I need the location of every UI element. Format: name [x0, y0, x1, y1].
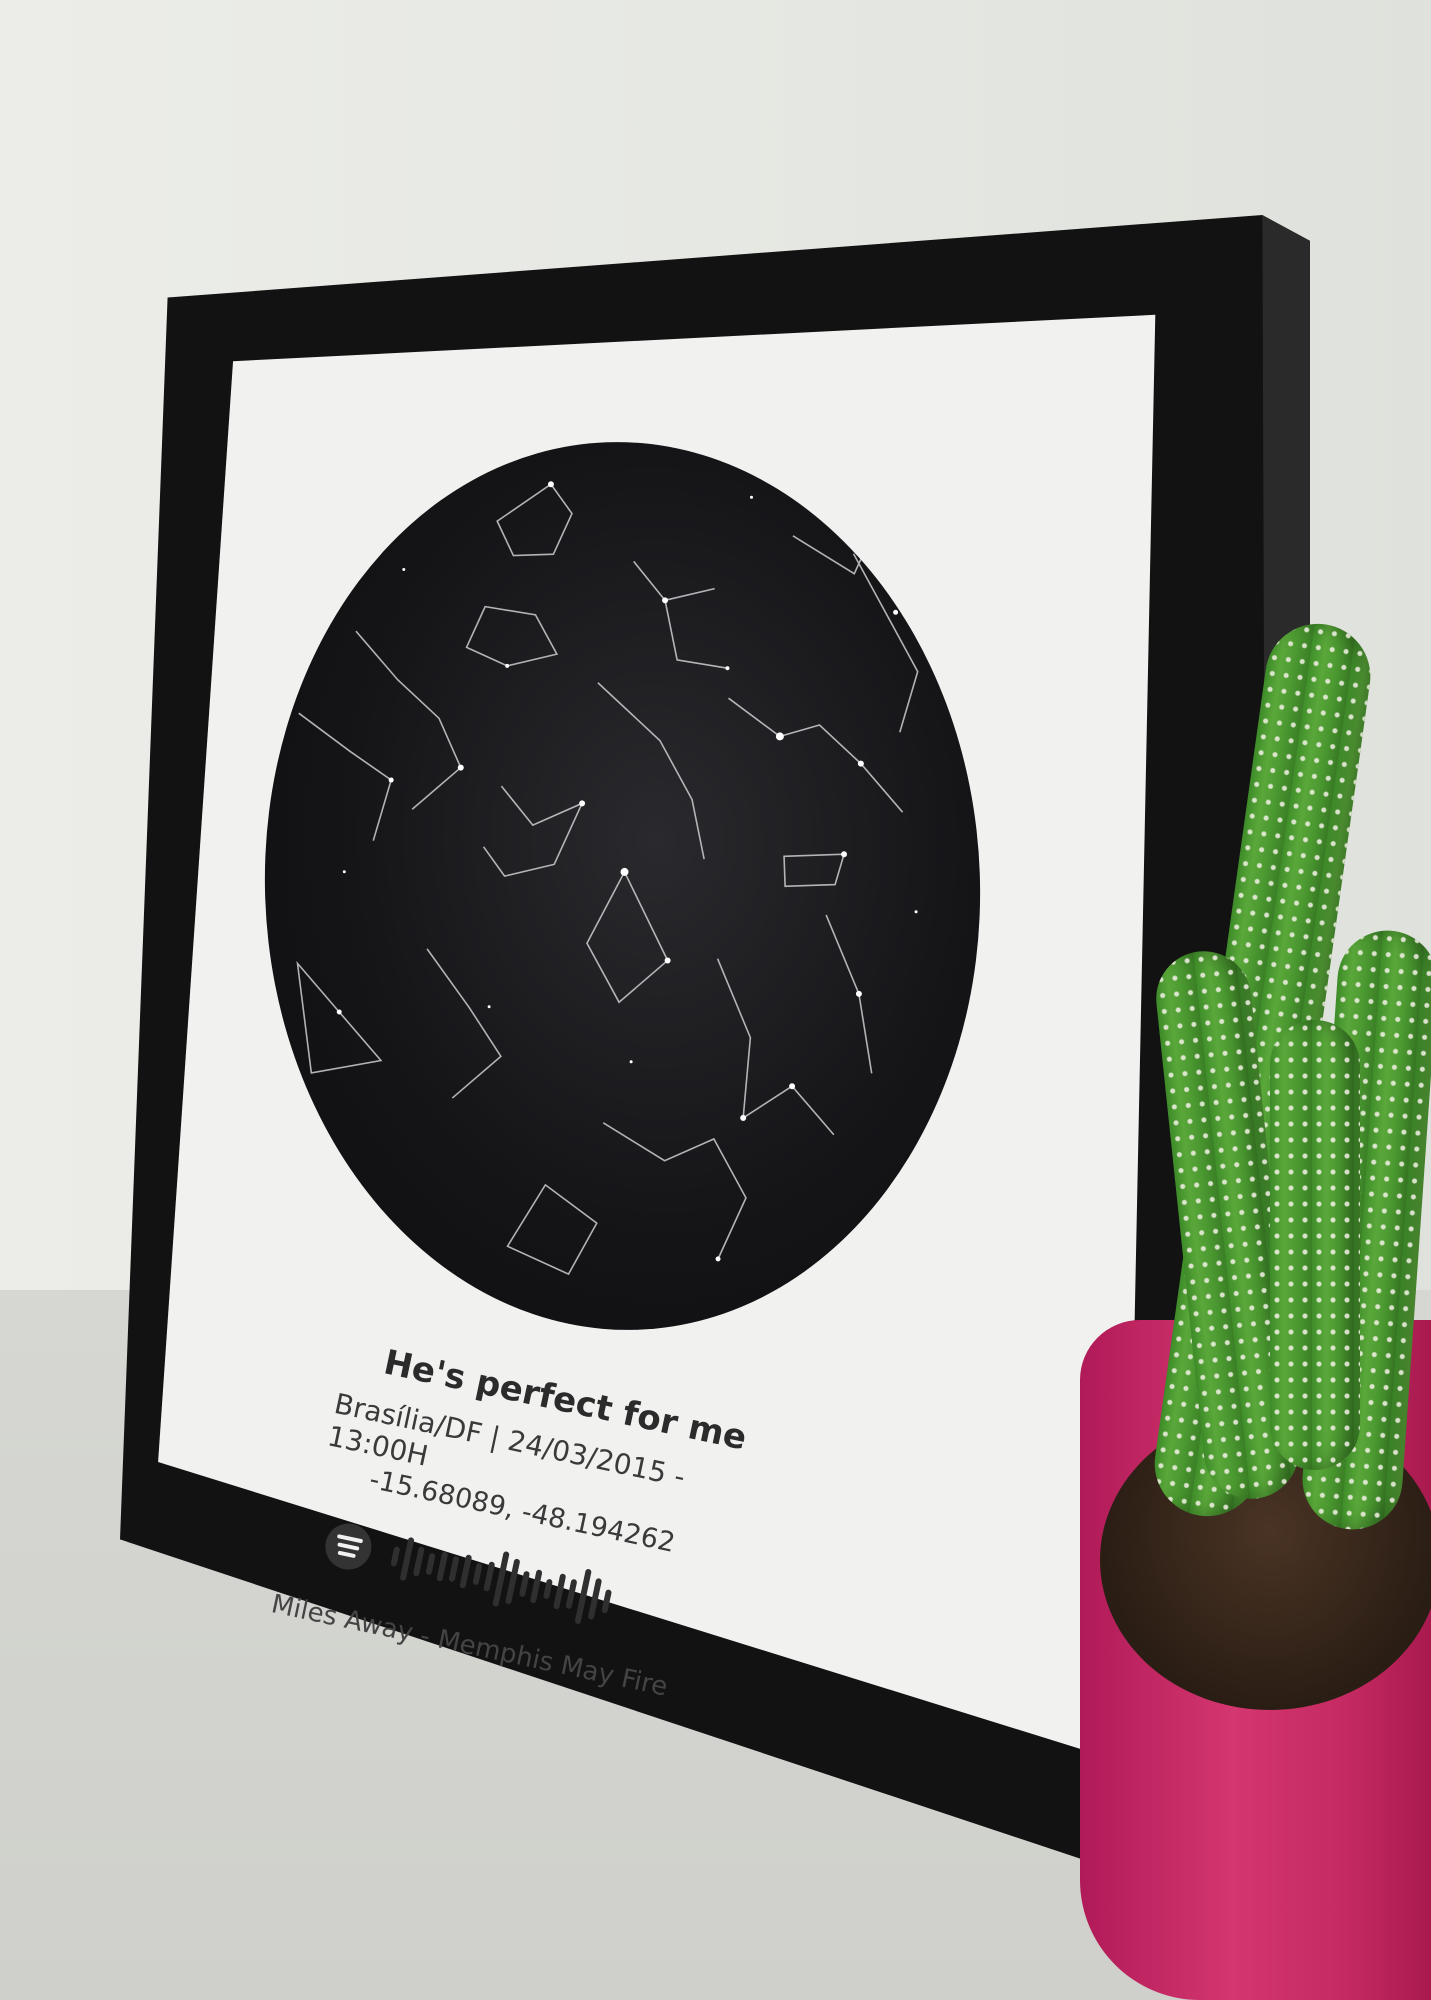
star-map — [249, 429, 996, 1343]
cactus-arm-back — [1270, 1020, 1360, 1470]
cactus-spines — [1270, 1020, 1360, 1470]
spotify-icon — [321, 1519, 376, 1574]
photo-scene: He's perfect for me Brasília/DF | 24/03/… — [0, 0, 1431, 2000]
constellation-lines — [296, 481, 919, 1276]
